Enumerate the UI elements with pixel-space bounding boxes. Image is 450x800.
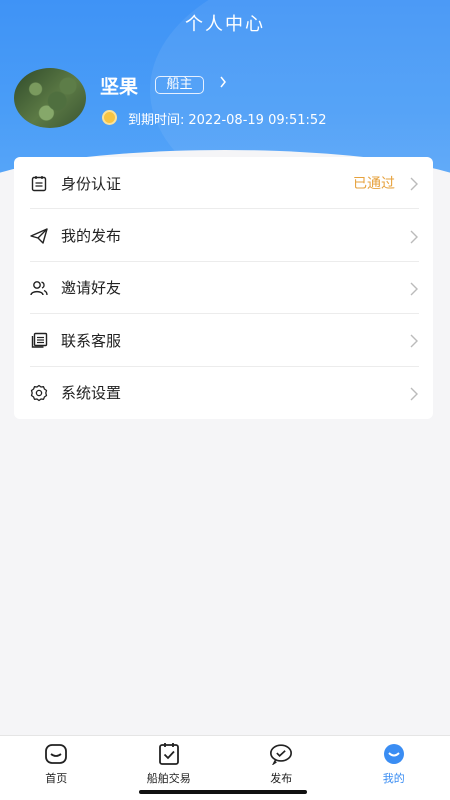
chevron-right-icon [409,386,419,401]
menu-item-customer-service[interactable]: 联系客服 [14,314,433,367]
page-title: 个人中心 [185,14,265,35]
verification-status: 已通过 [353,176,395,193]
ship-trade-icon [157,742,181,766]
chevron-right-icon [409,333,419,348]
chevron-right-icon [409,176,419,191]
users-icon [30,279,48,297]
menu-item-label: 联系客服 [61,331,122,350]
vip-badge-icon [102,110,117,125]
menu-item-label: 身份认证 [61,174,122,193]
menu-item-label: 我的发布 [61,227,122,246]
chevron-right-icon [409,229,419,244]
tab-label: 船舶交易 [146,772,191,785]
home-indicator [139,790,307,794]
tab-home[interactable]: 首页 [0,736,113,800]
menu-item-my-posts[interactable]: 我的发布 [14,209,433,262]
home-icon [44,742,68,766]
menu-item-label: 系统设置 [61,384,122,403]
menu-card: 身份认证 已通过 我的发布 邀请好友 联系客服 系统设置 [14,157,433,419]
user-name: 坚果 [100,76,139,98]
menu-item-identity-verification[interactable]: 身份认证 已通过 [14,157,433,210]
expire-value: 2022-08-19 09:51:52 [188,113,327,128]
publish-icon [269,742,293,766]
menu-item-invite-friends[interactable]: 邀请好友 [14,262,433,315]
menu-item-system-settings[interactable]: 系统设置 [14,367,433,419]
tab-mine[interactable]: 我的 [338,736,450,800]
expire-label: 到期时间: [128,113,185,128]
role-badge: 船主 [155,76,204,94]
menu-item-label: 邀请好友 [61,279,122,298]
expire-info: 到期时间: 2022-08-19 09:51:52 [128,109,330,128]
profile-icon [382,742,406,766]
avatar[interactable] [14,68,86,128]
chevron-right-icon[interactable] [219,76,227,92]
chevron-right-icon [409,281,419,296]
tab-label: 我的 [382,772,405,785]
tab-label: 发布 [270,772,293,785]
document-stack-icon [30,331,48,349]
gear-icon [30,384,48,402]
id-card-icon [30,174,48,192]
tab-label: 首页 [45,772,68,785]
paper-plane-icon [30,227,48,245]
